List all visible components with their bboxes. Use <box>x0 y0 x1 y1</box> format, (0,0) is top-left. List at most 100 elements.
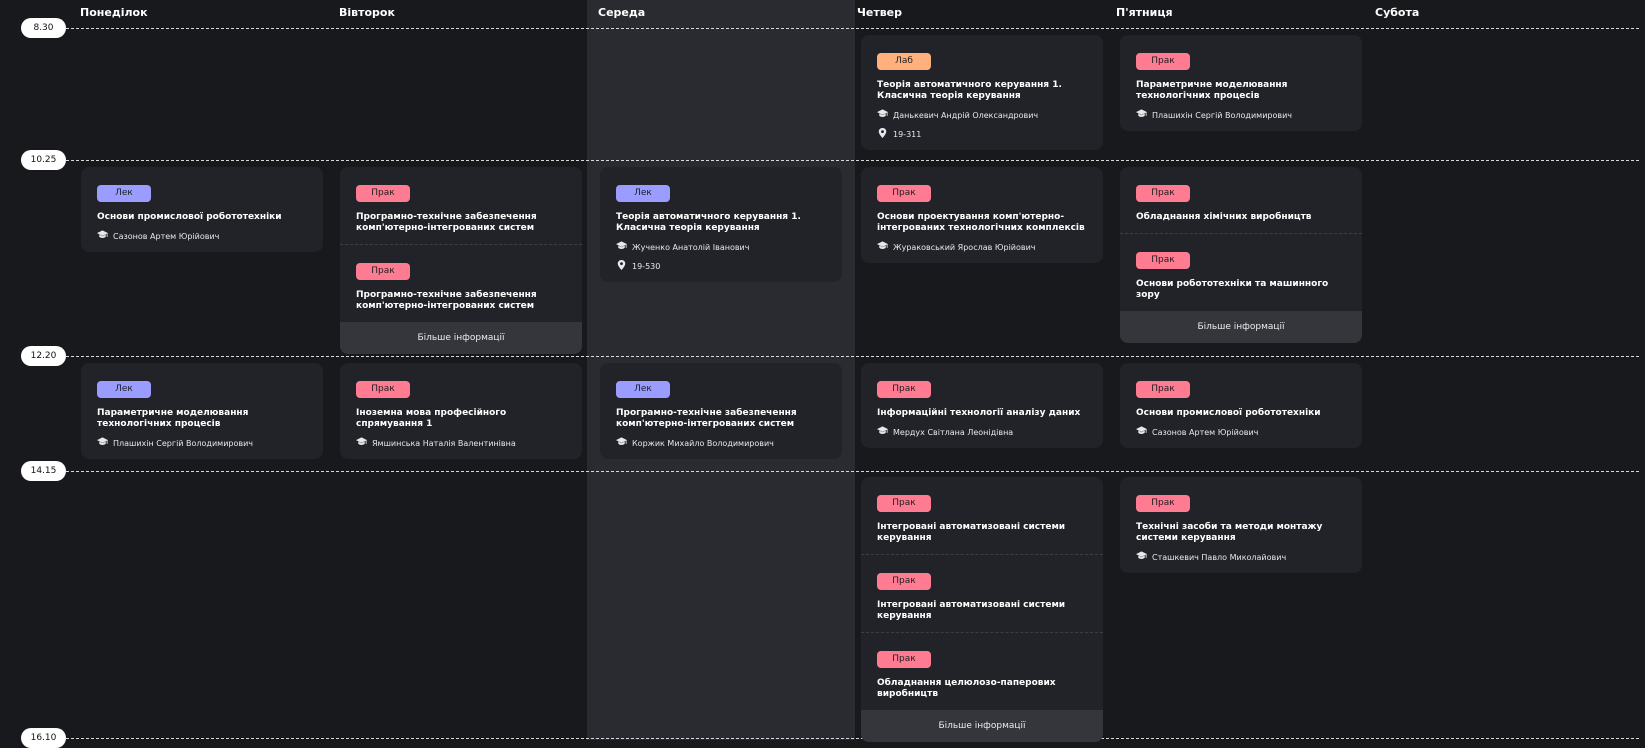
lesson-item[interactable]: Прак Обладнання хімічних виробництв <box>1120 167 1362 233</box>
lesson-teacher: Жураковський Ярослав Юрійович <box>877 241 1087 253</box>
lesson-type-badge: Лек <box>97 381 151 398</box>
lesson-subject: Теорія автоматичного керування 1. Класич… <box>616 212 801 233</box>
lesson-teacher-name: Мердух Світлана Леонідівна <box>893 427 1014 437</box>
lesson-teacher-name: Сазонов Артем Юрійович <box>1152 427 1259 437</box>
lesson-subject: Інтегровані автоматизовані системи керув… <box>877 522 1066 543</box>
lesson-teacher-name: Жученко Анатолій Іванович <box>632 242 750 252</box>
time-label: 8.30 <box>21 18 66 38</box>
lesson-subject: Інтегровані автоматизовані системи керув… <box>877 600 1066 621</box>
lesson-type-badge: Прак <box>356 185 410 202</box>
graduation-cap-icon <box>877 109 888 121</box>
location-pin-icon <box>877 128 888 140</box>
more-info-button[interactable]: Більше інформації <box>861 710 1103 742</box>
graduation-cap-icon <box>356 437 367 449</box>
lesson-type-badge: Прак <box>356 381 410 398</box>
lesson-teacher: Жученко Анатолій Іванович <box>616 241 826 253</box>
day-header-thursday: Четвер <box>857 6 903 19</box>
lesson-card[interactable]: Прак Основи промислової робототехніки Сазо… <box>1120 363 1362 448</box>
lesson-type-badge: Лек <box>97 185 151 202</box>
lesson-item[interactable]: Прак Параметричне моделювання технологічн… <box>1120 35 1362 131</box>
lesson-card[interactable]: Лек Основи промислової робототехніки Сазон… <box>81 167 323 252</box>
lesson-item[interactable]: Прак Інформаційні технології аналізу дани… <box>861 363 1103 448</box>
time-divider <box>66 356 1639 357</box>
lesson-type-badge: Прак <box>356 263 410 280</box>
lesson-type-badge: Прак <box>877 651 931 668</box>
lesson-teacher: Сазонов Артем Юрійович <box>1136 426 1346 438</box>
lesson-teacher-name: Ямшинська Наталія Валентинівна <box>372 438 516 448</box>
time-divider <box>66 28 1639 29</box>
time-divider <box>66 471 1639 472</box>
lesson-item[interactable]: Прак Основи робототехніки та машинного зо… <box>1120 233 1362 311</box>
time-label: 16.10 <box>21 728 66 748</box>
lesson-room: 19-311 <box>877 128 1087 140</box>
lesson-subject: Основи промислової робототехніки <box>1136 408 1321 418</box>
lesson-item[interactable]: Прак Іноземна мова професійного спрямуван… <box>340 363 582 459</box>
graduation-cap-icon <box>1136 109 1147 121</box>
lesson-item[interactable]: Лек Теорія автоматичного керування 1. Кла… <box>600 167 842 282</box>
lesson-subject: Програмно-технічне забезпечення комп'юте… <box>356 290 537 311</box>
graduation-cap-icon <box>616 437 627 449</box>
lesson-item[interactable]: Прак Обладнання целюлозо-паперових виробн… <box>861 632 1103 710</box>
time-label: 14.15 <box>21 461 66 481</box>
lesson-subject: Іноземна мова професійного спрямування 1 <box>356 408 507 429</box>
lesson-subject: Програмно-технічне забезпечення комп'юте… <box>616 408 797 429</box>
lesson-type-badge: Прак <box>1136 252 1190 269</box>
day-header-wednesday: Середа <box>598 6 646 19</box>
lesson-type-badge: Прак <box>877 495 931 512</box>
lesson-item[interactable]: Прак Основи проектування комп'ютерно-інте… <box>861 167 1103 263</box>
lesson-subject: Обладнання хімічних виробництв <box>1136 212 1312 222</box>
graduation-cap-icon <box>616 241 627 253</box>
time-divider <box>66 160 1639 161</box>
lesson-card[interactable]: Лек Теорія автоматичного керування 1. Кла… <box>600 167 842 282</box>
lesson-item[interactable]: Лаб Теорія автоматичного керування 1. Кла… <box>861 35 1103 150</box>
location-pin-icon <box>616 260 627 272</box>
lesson-item[interactable]: Прак Технічні засоби та методи монтажу си… <box>1120 477 1362 573</box>
lesson-card[interactable]: Лек Програмно-технічне забезпечення комп'… <box>600 363 842 459</box>
lesson-card[interactable]: Лек Параметричне моделювання технологічни… <box>81 363 323 459</box>
lesson-card[interactable]: Прак Обладнання хімічних виробництв Прак Ос… <box>1120 167 1362 343</box>
lesson-item[interactable]: Лек Основи промислової робототехніки Сазон… <box>81 167 323 252</box>
graduation-cap-icon <box>97 230 108 242</box>
lesson-card[interactable]: Прак Програмно-технічне забезпечення комп… <box>340 167 582 354</box>
lesson-card[interactable]: Прак Інтегровані автоматизовані системи к… <box>861 477 1103 742</box>
lesson-item[interactable]: Лек Програмно-технічне забезпечення комп'… <box>600 363 842 459</box>
lesson-item[interactable]: Лек Параметричне моделювання технологічни… <box>81 363 323 459</box>
lesson-card[interactable]: Прак Основи проектування комп'ютерно-інте… <box>861 167 1103 263</box>
lesson-card[interactable]: Прак Інформаційні технології аналізу дани… <box>861 363 1103 448</box>
lesson-teacher: Коржик Михайло Володимирович <box>616 437 826 449</box>
lesson-card[interactable]: Лаб Теорія автоматичного керування 1. Кла… <box>861 35 1103 150</box>
lesson-card[interactable]: Прак Параметричне моделювання технологічн… <box>1120 35 1362 131</box>
lesson-subject: Основи промислової робототехніки <box>97 212 282 222</box>
lesson-item[interactable]: Прак Основи промислової робототехніки Сазо… <box>1120 363 1362 448</box>
more-info-button[interactable]: Більше інформації <box>1120 311 1362 343</box>
lesson-item[interactable]: Прак Програмно-технічне забезпечення комп… <box>340 244 582 322</box>
lesson-card[interactable]: Прак Технічні засоби та методи монтажу си… <box>1120 477 1362 573</box>
lesson-teacher: Мердух Світлана Леонідівна <box>877 426 1087 438</box>
time-label: 10.25 <box>21 150 66 170</box>
lesson-subject: Програмно-технічне забезпечення комп'юте… <box>356 212 537 233</box>
lesson-subject: Технічні засоби та методи монтажу систем… <box>1136 522 1323 543</box>
day-header-tuesday: Вівторок <box>339 6 395 19</box>
lesson-subject: Обладнання целюлозо-паперових виробництв <box>877 678 1056 699</box>
lesson-item[interactable]: Прак Програмно-технічне забезпечення комп… <box>340 167 582 244</box>
lesson-item[interactable]: Прак Інтегровані автоматизовані системи к… <box>861 554 1103 632</box>
lesson-type-badge: Прак <box>877 381 931 398</box>
more-info-button[interactable]: Більше інформації <box>340 322 582 354</box>
lesson-room-number: 19-530 <box>632 261 661 271</box>
lesson-teacher-name: Сташкевич Павло Миколайович <box>1152 552 1287 562</box>
lesson-room: 19-530 <box>616 260 826 272</box>
lesson-teacher: Сташкевич Павло Миколайович <box>1136 551 1346 563</box>
day-header-friday: П'ятниця <box>1116 6 1173 19</box>
schedule: Понеділок Вівторок Середа Четвер П'ятниц… <box>0 0 1645 748</box>
lesson-type-badge: Лек <box>616 381 670 398</box>
graduation-cap-icon <box>877 241 888 253</box>
lesson-teacher-name: Данькевич Андрій Олександрович <box>893 110 1039 120</box>
lesson-teacher-name: Плашихін Сергій Володимирович <box>1152 110 1293 120</box>
lesson-subject: Інформаційні технології аналізу даних <box>877 408 1081 418</box>
day-header-saturday: Субота <box>1375 6 1420 19</box>
lesson-subject: Параметричне моделювання технологічних п… <box>97 408 249 429</box>
lesson-teacher: Данькевич Андрій Олександрович <box>877 109 1087 121</box>
lesson-card[interactable]: Прак Іноземна мова професійного спрямуван… <box>340 363 582 459</box>
lesson-teacher-name: Сазонов Артем Юрійович <box>113 231 220 241</box>
lesson-item[interactable]: Прак Інтегровані автоматизовані системи к… <box>861 477 1103 554</box>
